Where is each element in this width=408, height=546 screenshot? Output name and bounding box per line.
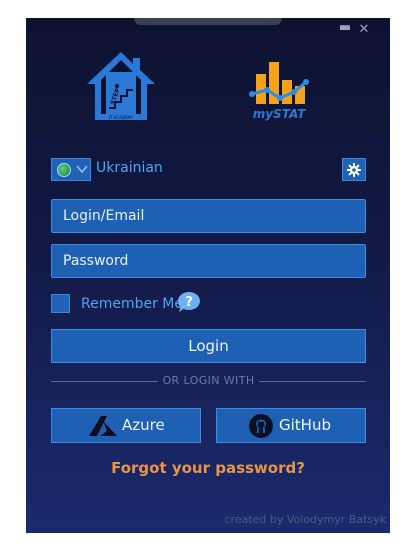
step-logo: STEP IT ACADEMY: [84, 50, 158, 124]
login-window: ▬ ✕ STEP IT ACADEMY mySTAT Ukrainian Log…: [26, 18, 390, 533]
mystat-logo: mySTAT: [248, 58, 310, 124]
svg-text:?: ?: [185, 295, 193, 310]
github-icon: [249, 414, 273, 438]
settings-button[interactable]: [342, 158, 366, 181]
close-button[interactable]: ✕: [357, 23, 371, 37]
azure-icon: [89, 416, 117, 436]
minimize-button[interactable]: ▬: [338, 21, 352, 35]
language-label: Ukrainian: [96, 160, 163, 176]
language-selector[interactable]: [51, 158, 91, 181]
credit-text: created by Volodymyr Batsyk: [224, 513, 386, 526]
globe-icon: [57, 163, 71, 177]
chevron-down-icon: [76, 162, 88, 179]
remember-me-label[interactable]: Remember Me: [81, 296, 183, 312]
azure-label: Azure: [122, 416, 165, 434]
mystat-logo-text: mySTAT: [253, 107, 306, 121]
help-icon[interactable]: ?: [177, 291, 201, 313]
password-input[interactable]: Password: [51, 244, 366, 278]
gear-icon: [347, 162, 361, 177]
forgot-password-link[interactable]: Forgot your password?: [26, 459, 390, 477]
remember-me-row: Remember Me ?: [51, 291, 251, 317]
language-row: Ukrainian: [51, 158, 366, 182]
window-drag-handle[interactable]: [134, 18, 282, 25]
login-button[interactable]: Login: [51, 329, 366, 363]
or-login-with-divider: OR LOGIN WITH: [51, 374, 366, 388]
github-label: GitHub: [279, 416, 331, 434]
step-logo-subtitle: IT ACADEMY: [109, 115, 134, 120]
remember-me-checkbox[interactable]: [51, 294, 70, 313]
login-email-input[interactable]: Login/Email: [51, 199, 366, 233]
azure-login-button[interactable]: Azure: [51, 408, 201, 443]
github-login-button[interactable]: GitHub: [216, 408, 366, 443]
